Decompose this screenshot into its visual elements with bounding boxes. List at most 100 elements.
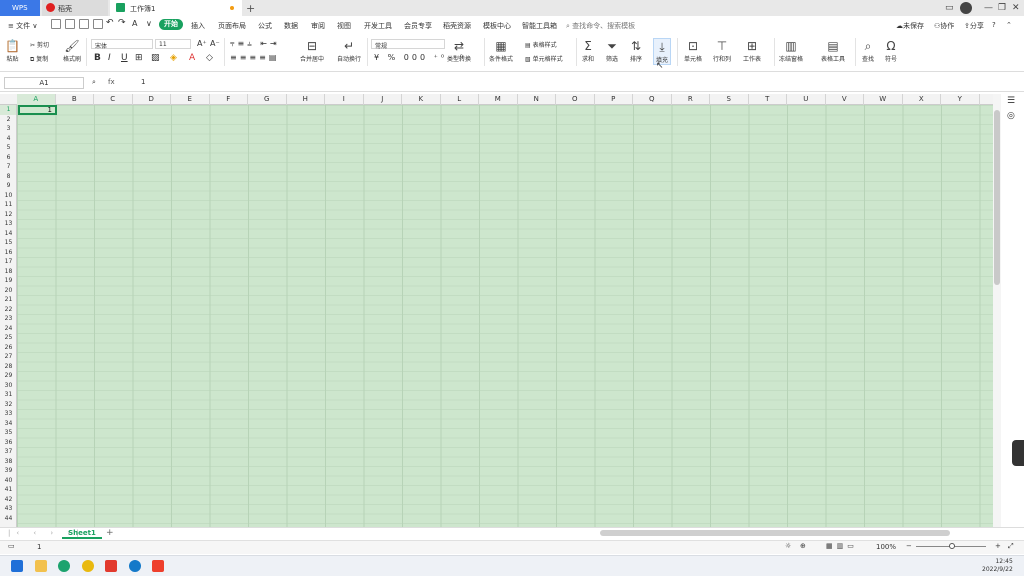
row-header-10[interactable]: 10 [0,191,16,201]
add-sheet-button[interactable]: + [106,528,114,538]
collab-button[interactable]: ⚇协作 [934,21,954,31]
side-drawer-handle[interactable] [1012,440,1024,466]
cell-style-button[interactable]: ▧ 单元格样式 [525,54,563,63]
column-header-b[interactable]: B [56,94,94,105]
conditional-format-button[interactable]: ▦ 条件格式 [489,38,513,63]
column-header-l[interactable]: L [441,94,479,105]
recorder-icon[interactable] [152,560,164,572]
command-search[interactable]: ⌕ 查找命令、搜索模板 [566,21,635,31]
column-header-e[interactable]: E [171,94,210,105]
symbol-button[interactable]: Ω 符号 [885,38,897,63]
zoom-formula-icon[interactable]: ⌕ [92,78,96,87]
column-header-c[interactable]: C [94,94,133,105]
row-header-13[interactable]: 13 [0,219,16,229]
tab-workbook[interactable]: 工作簿1 [110,0,242,16]
row-header-41[interactable]: 41 [0,485,16,495]
row-header-43[interactable]: 43 [0,504,16,514]
row-header-6[interactable]: 6 [0,153,16,163]
browser-icon[interactable] [82,560,94,572]
tab-review[interactable]: 审阅 [311,21,325,31]
freeze-panes-button[interactable]: ▥ 冻结窗格 [779,38,803,63]
column-header-a[interactable]: A [17,94,56,105]
row-header-24[interactable]: 24 [0,324,16,334]
row-header-7[interactable]: 7 [0,162,16,172]
filter-button[interactable]: ⏷ 筛选 [606,38,618,63]
row-header-35[interactable]: 35 [0,428,16,438]
row-header-32[interactable]: 32 [0,400,16,410]
row-header-23[interactable]: 23 [0,314,16,324]
column-header-o[interactable]: O [556,94,595,105]
row-header-44[interactable]: 44 [0,514,16,524]
name-box[interactable]: A1 [4,77,84,89]
row-header-18[interactable]: 18 [0,267,16,277]
wechat-icon[interactable] [58,560,70,572]
column-header-i[interactable]: I [325,94,364,105]
font-size-select[interactable]: 11 [155,39,191,49]
row-header-26[interactable]: 26 [0,343,16,353]
row-header-25[interactable]: 25 [0,333,16,343]
find-button[interactable]: ⌕ 查找 [862,38,874,63]
column-header-d[interactable]: D [133,94,171,105]
row-header-36[interactable]: 36 [0,438,16,448]
merge-center-button[interactable]: ⊟ 合并居中 [300,38,324,63]
sort-button[interactable]: ⇅ 排序 [630,38,642,63]
windows-start-icon[interactable] [11,560,23,572]
row-header-1[interactable]: 1 [0,105,16,115]
italic-icon[interactable]: I [108,53,111,63]
export-pdf-icon[interactable] [65,19,75,29]
view-mode-icon[interactable]: ⊕ [800,542,806,550]
active-cell-a1[interactable]: 1 [18,105,57,115]
column-header-m[interactable]: M [479,94,518,105]
zoom-in-icon[interactable]: + [995,542,1001,550]
tab-page-layout[interactable]: 页面布局 [218,21,246,31]
layout-view-icons[interactable]: ▦▥▭ [826,542,858,550]
row-col-button[interactable]: ⊤ 行和列 [713,38,731,63]
worksheet-button[interactable]: ⊞ 工作表 [743,38,761,63]
wps-app-icon[interactable] [105,560,117,572]
vertical-align-icons[interactable]: ⫧≡⫨ ⇤⇥ [230,39,280,49]
clear-format-icon[interactable]: ◇ [206,53,213,63]
column-header-x[interactable]: X [903,94,941,105]
more-icon[interactable]: ∨ [146,19,152,28]
zoom-slider-handle[interactable] [949,543,955,549]
tab-data[interactable]: 数据 [284,21,298,31]
column-header-h[interactable]: H [287,94,325,105]
column-header-g[interactable]: G [248,94,287,105]
row-header-2[interactable]: 2 [0,115,16,125]
row-header-3[interactable]: 3 [0,124,16,134]
row-header-31[interactable]: 31 [0,390,16,400]
window-layout-button[interactable]: ▭ [945,3,954,13]
save-icon[interactable] [51,19,61,29]
sum-button[interactable]: Σ 求和 [582,38,594,63]
file-explorer-icon[interactable] [35,560,47,572]
paste-button[interactable]: 📋 粘贴 [5,38,20,63]
column-header-n[interactable]: N [518,94,556,105]
font-color-icon[interactable]: A [189,53,195,63]
tab-smart-toolbox[interactable]: 智能工具箱 [522,21,557,31]
column-header-w[interactable]: W [864,94,903,105]
eye-protection-icon[interactable]: ☼ [785,542,791,550]
row-header-42[interactable]: 42 [0,495,16,505]
undo-icon[interactable]: ↶ [106,18,114,28]
tab-member[interactable]: 会员专享 [404,21,432,31]
minimize-button[interactable]: — [984,3,993,13]
row-header-9[interactable]: 9 [0,181,16,191]
unsaved-button[interactable]: ☁未保存 [896,21,924,31]
tab-template-center[interactable]: 模板中心 [483,21,511,31]
column-header-r[interactable]: R [672,94,710,105]
copy-button[interactable]: ⧉ 复制 [30,54,48,64]
row-header-34[interactable]: 34 [0,419,16,429]
tab-view[interactable]: 视图 [337,21,351,31]
row-header-37[interactable]: 37 [0,447,16,457]
row-header-16[interactable]: 16 [0,248,16,258]
avatar[interactable] [960,2,972,14]
print-icon[interactable] [79,19,89,29]
share-button[interactable]: ⇪分享 [964,21,984,31]
column-header-j[interactable]: J [364,94,402,105]
bold-icon[interactable]: B [94,53,101,63]
table-tools-button[interactable]: ▤ 表格工具 [821,38,845,63]
row-header-27[interactable]: 27 [0,352,16,362]
zoom-out-icon[interactable]: − [906,542,912,550]
restore-button[interactable]: ❐ [998,3,1006,13]
underline-icon[interactable]: U [121,53,128,63]
